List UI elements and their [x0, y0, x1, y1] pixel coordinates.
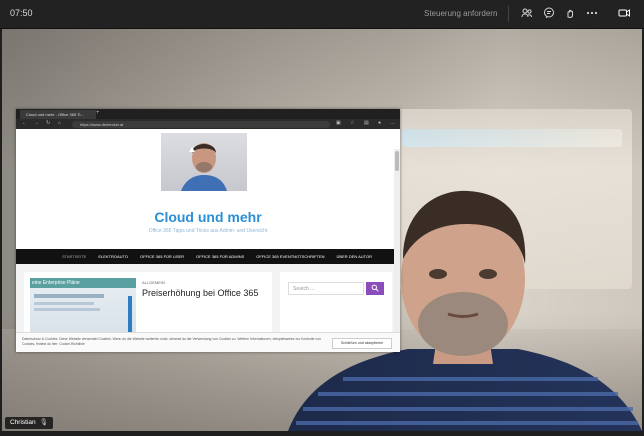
browser-tab-strip: Cloud und mehr - Office 365 Ti... +: [16, 109, 400, 119]
request-control-button[interactable]: Steuerung anfordern: [424, 9, 497, 18]
menu-item-office-events[interactable]: OFFICE 365 EVENTNOTSCHRIFTEN: [256, 254, 324, 259]
home-icon[interactable]: ⌂: [58, 120, 61, 126]
browser-menu-icon[interactable]: …: [390, 120, 395, 126]
site-nav-menu: STARTSEITE ELEKTROAUTO OFFICE 365 FÜR US…: [16, 249, 400, 264]
shared-screen-stage: Cloud und mehr - Office 365 Ti... + ← → …: [2, 29, 642, 431]
new-tab-icon[interactable]: +: [96, 110, 100, 116]
web-page: Cloud und mehr Office 365 Tipps und Tric…: [16, 129, 400, 352]
page-scrollbar[interactable]: [394, 149, 400, 352]
favorites-icon[interactable]: ☆: [350, 120, 354, 126]
menu-item-startseite[interactable]: STARTSEITE: [62, 254, 86, 259]
author-photo: [161, 133, 247, 191]
extensions-icon[interactable]: ▣: [336, 120, 341, 126]
site-title[interactable]: Cloud und mehr: [16, 209, 400, 225]
menu-item-office-user[interactable]: OFFICE 365 FÜR USER: [140, 254, 184, 259]
post-thumbnail-caption: eine Enterprise Pläne: [30, 278, 136, 288]
forward-icon[interactable]: →: [34, 120, 39, 126]
people-icon[interactable]: [520, 7, 534, 21]
cookie-text: Datenschutz & Cookies: Diese Website ver…: [22, 337, 321, 346]
shared-browser-window: Cloud und mehr - Office 365 Ti... + ← → …: [16, 109, 400, 352]
menu-item-about-author[interactable]: ÜBER DEN AUTOR: [337, 254, 373, 259]
participant-name-tag: Christian 🎙: [5, 417, 53, 429]
scrollbar-thumb[interactable]: [395, 151, 399, 171]
back-icon[interactable]: ←: [22, 120, 27, 126]
search-input[interactable]: Search ...: [288, 282, 364, 295]
cookie-banner: Datenschutz & Cookies: Diese Website ver…: [16, 332, 400, 352]
menu-item-office-admins[interactable]: OFFICE 365 FÜR ADMINS: [196, 254, 244, 259]
participant-name: Christian: [10, 419, 36, 426]
mouse-cursor-icon: [189, 147, 195, 152]
mic-off-icon: 🎙: [39, 419, 48, 426]
post-category[interactable]: ALLGEMEIN: [142, 280, 165, 285]
toolbar-divider: [508, 6, 509, 22]
profile-icon[interactable]: ●: [378, 120, 381, 126]
collections-icon[interactable]: ▤: [364, 120, 369, 126]
site-tagline: Office 365 Tipps und Tricks aus Admin- u…: [148, 228, 268, 234]
camera-icon[interactable]: [617, 7, 631, 21]
meeting-timer: 07:50: [10, 8, 33, 18]
meeting-toolbar: 07:50 Steuerung anfordern: [0, 0, 644, 29]
address-bar[interactable]: https://www.dentecker.at: [72, 121, 330, 128]
chat-icon[interactable]: [542, 7, 556, 21]
reload-icon[interactable]: ↻: [46, 120, 50, 126]
search-button[interactable]: [366, 282, 384, 295]
reactions-icon[interactable]: [563, 7, 577, 21]
teams-meeting-window: 07:50 Steuerung anfordern Cloud und mehr…: [0, 0, 644, 436]
post-title[interactable]: Preiserhöhung bei Office 365: [142, 288, 262, 299]
menu-item-elektroauto[interactable]: ELEKTROAUTO: [98, 254, 128, 259]
cookie-accept-button[interactable]: Schließen und akzeptieren: [332, 338, 392, 349]
more-icon[interactable]: [585, 7, 599, 21]
browser-address-bar-row: ← → ↻ ⌂ https://www.dentecker.at ▣ ☆ ▤ ●…: [16, 119, 400, 129]
browser-tab[interactable]: Cloud und mehr - Office 365 Ti...: [20, 110, 96, 119]
